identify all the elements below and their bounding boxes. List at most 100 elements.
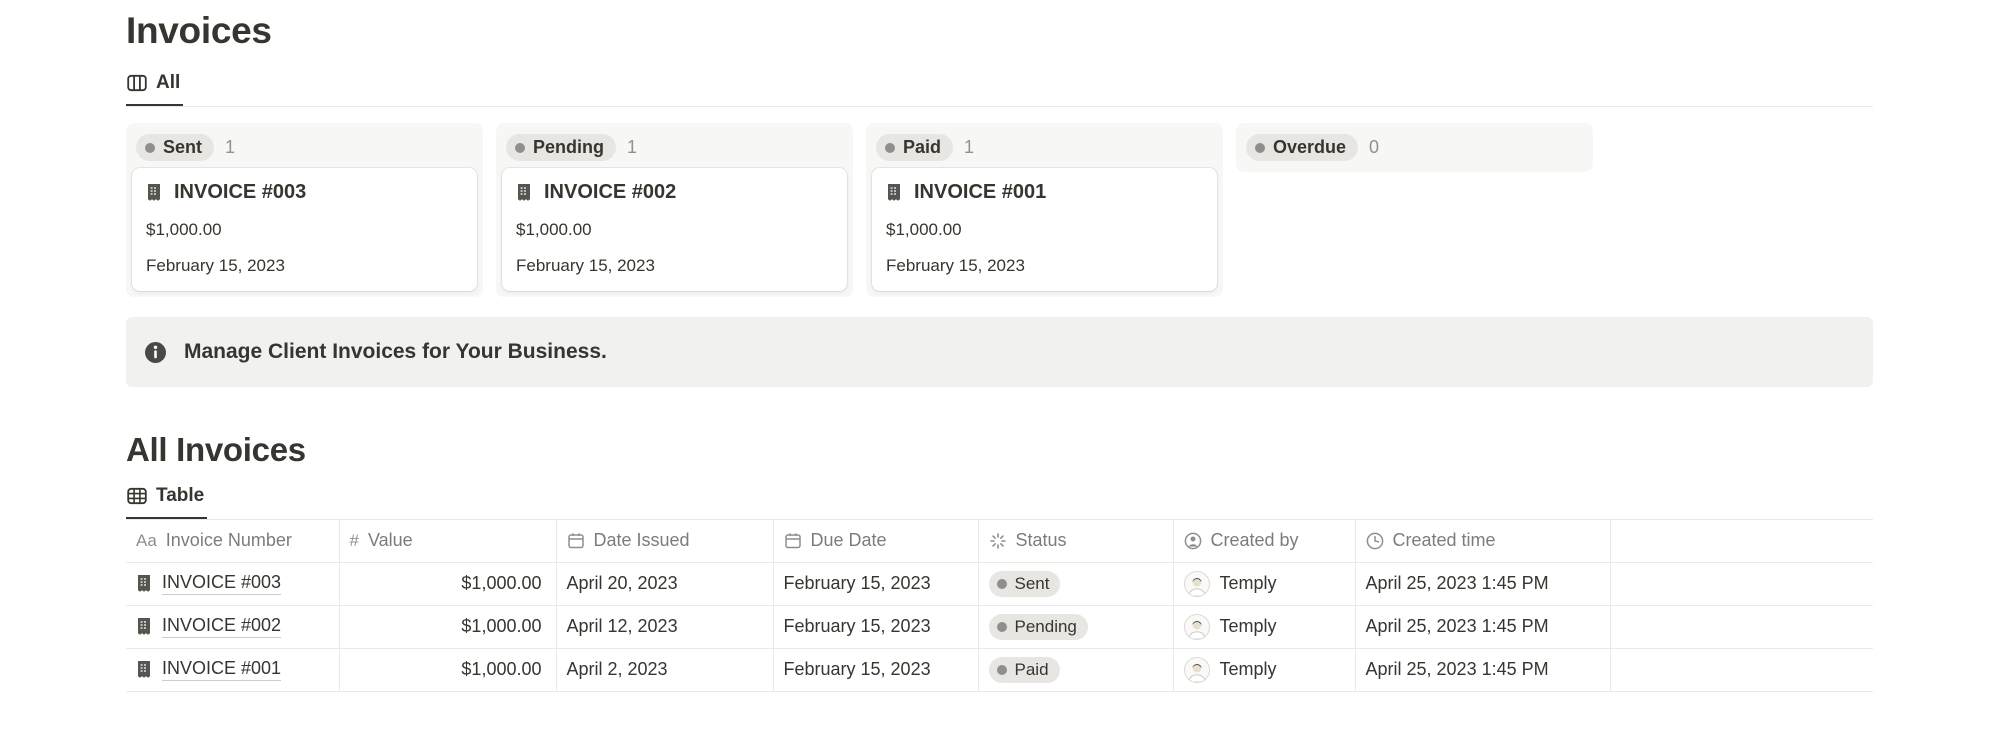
status-spinner-icon (989, 532, 1007, 550)
table-row[interactable]: INVOICE #002 $1,000.00 April 12, 2023 Fe… (126, 605, 1873, 648)
card-title: INVOICE #003 (174, 181, 306, 204)
value-cell: $1,000.00 (339, 562, 556, 605)
value-cell: $1,000.00 (339, 605, 556, 648)
status-dot (515, 143, 525, 153)
card-value: $1,000.00 (886, 220, 1203, 240)
tab-all-label: All (156, 72, 180, 94)
card-value: $1,000.00 (146, 220, 463, 240)
created-by-cell: Temply (1184, 657, 1345, 683)
tabs-divider (126, 106, 1873, 107)
receipt-icon (136, 660, 152, 679)
group-status-pill[interactable]: Pending (506, 134, 616, 161)
status-dot (145, 143, 155, 153)
group-status-pill[interactable]: Overdue (1246, 134, 1358, 161)
group-label: Sent (163, 137, 202, 158)
column-header-status[interactable]: Status (978, 520, 1173, 562)
created-time-cell: April 25, 2023 1:45 PM (1355, 562, 1610, 605)
receipt-icon (516, 183, 532, 202)
date-issued-cell: April 12, 2023 (556, 605, 773, 648)
card-date: February 15, 2023 (146, 256, 463, 276)
receipt-icon (136, 574, 152, 593)
section-title: All Invoices (126, 431, 1873, 469)
status-badge: Paid (989, 657, 1060, 683)
invoices-table: Aa Invoice Number # Value Date Issued Du… (126, 520, 1873, 692)
group-header: Sent 1 (132, 129, 477, 168)
number-type-icon: # (350, 531, 359, 551)
card-date: February 15, 2023 (886, 256, 1203, 276)
calendar-icon (784, 532, 802, 550)
board-group-sent: Sent 1 INVOICE #003 $1,000.00 February 1… (126, 123, 483, 297)
receipt-icon (516, 183, 532, 202)
invoice-board: Sent 1 INVOICE #003 $1,000.00 February 1… (126, 123, 1873, 297)
receipt-icon (146, 183, 162, 202)
table-view-icon (127, 487, 147, 505)
invoice-card[interactable]: INVOICE #003 $1,000.00 February 15, 2023 (132, 168, 477, 291)
created-time-cell: April 25, 2023 1:45 PM (1355, 605, 1610, 648)
tab-table[interactable]: Table (126, 485, 207, 519)
column-header-created-time[interactable]: Created time (1355, 520, 1610, 562)
group-count: 0 (1369, 137, 1379, 158)
column-header-date-issued[interactable]: Date Issued (556, 520, 773, 562)
group-status-pill[interactable]: Paid (876, 134, 953, 161)
due-date-cell: February 15, 2023 (773, 605, 978, 648)
group-label: Paid (903, 137, 941, 158)
created-by-cell: Temply (1184, 571, 1345, 597)
invoice-card[interactable]: INVOICE #002 $1,000.00 February 15, 2023 (502, 168, 847, 291)
receipt-icon (886, 183, 902, 202)
empty-cell (1610, 648, 1873, 691)
column-header-empty (1610, 520, 1873, 562)
group-count: 1 (627, 137, 637, 158)
avatar (1184, 614, 1210, 640)
person-icon (1184, 532, 1202, 550)
invoice-link[interactable]: INVOICE #003 (162, 572, 281, 595)
group-status-pill[interactable]: Sent (136, 134, 214, 161)
receipt-icon (136, 660, 152, 679)
empty-cell (1610, 605, 1873, 648)
avatar (1184, 571, 1210, 597)
column-header-invoice-number[interactable]: Aa Invoice Number (126, 520, 339, 562)
status-dot (997, 622, 1007, 632)
tab-table-label: Table (156, 485, 204, 507)
receipt-icon (136, 574, 152, 593)
receipt-icon (136, 617, 152, 636)
table-view-tabs: Table (126, 485, 1873, 519)
value-cell: $1,000.00 (339, 648, 556, 691)
column-header-created-by[interactable]: Created by (1173, 520, 1355, 562)
table-header-row: Aa Invoice Number # Value Date Issued Du… (126, 520, 1873, 562)
column-header-due-date[interactable]: Due Date (773, 520, 978, 562)
due-date-cell: February 15, 2023 (773, 648, 978, 691)
table-row[interactable]: INVOICE #001 $1,000.00 April 2, 2023 Feb… (126, 648, 1873, 691)
group-label: Overdue (1273, 137, 1346, 158)
callout-text: Manage Client Invoices for Your Business… (184, 340, 607, 364)
invoices-page: Invoices All Sent 1 (0, 0, 1999, 692)
created-by-cell: Temply (1184, 614, 1345, 640)
receipt-icon (136, 617, 152, 636)
group-label: Pending (533, 137, 604, 158)
board-view-icon (127, 74, 147, 92)
table-row[interactable]: INVOICE #003 $1,000.00 April 20, 2023 Fe… (126, 562, 1873, 605)
status-dot (997, 579, 1007, 589)
group-header: Pending 1 (502, 129, 847, 168)
invoice-link[interactable]: INVOICE #001 (162, 658, 281, 681)
tab-all[interactable]: All (126, 72, 183, 106)
created-time-cell: April 25, 2023 1:45 PM (1355, 648, 1610, 691)
card-value: $1,000.00 (516, 220, 833, 240)
group-count: 1 (225, 137, 235, 158)
status-dot (1255, 143, 1265, 153)
receipt-icon (886, 183, 902, 202)
board-view-tabs: All (126, 72, 1873, 106)
card-title: INVOICE #002 (544, 181, 676, 204)
group-count: 1 (964, 137, 974, 158)
board-group-paid: Paid 1 INVOICE #001 $1,000.00 February 1… (866, 123, 1223, 297)
board-group-overdue: Overdue 0 (1236, 123, 1593, 172)
invoice-card[interactable]: INVOICE #001 $1,000.00 February 15, 2023 (872, 168, 1217, 291)
calendar-icon (567, 532, 585, 550)
column-header-value[interactable]: # Value (339, 520, 556, 562)
empty-cell (1610, 562, 1873, 605)
status-badge: Sent (989, 571, 1061, 597)
due-date-cell: February 15, 2023 (773, 562, 978, 605)
invoice-link[interactable]: INVOICE #002 (162, 615, 281, 638)
callout: Manage Client Invoices for Your Business… (126, 317, 1873, 387)
board-group-pending: Pending 1 INVOICE #002 $1,000.00 Februar… (496, 123, 853, 297)
card-title: INVOICE #001 (914, 181, 1046, 204)
